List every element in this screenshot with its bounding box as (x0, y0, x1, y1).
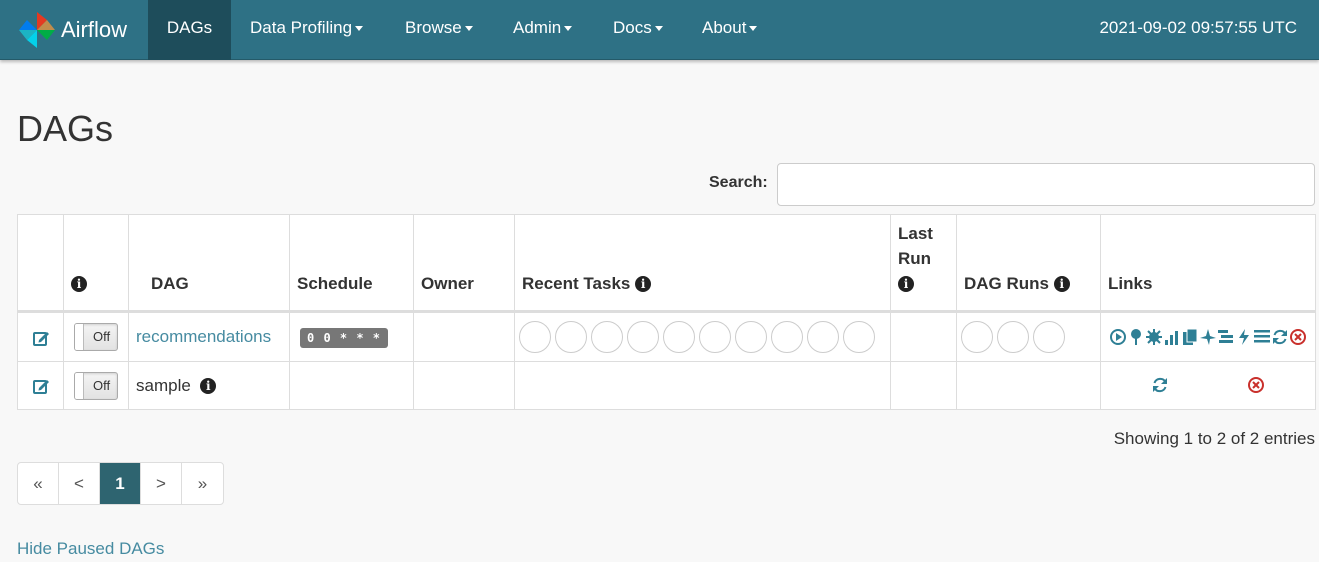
tree-view-icon[interactable] (1127, 328, 1145, 346)
nav-dags[interactable]: DAGs (148, 0, 231, 60)
dag-name-cell: recommendations (128, 311, 290, 362)
task-status-circle[interactable] (591, 321, 623, 353)
task-tries-icon[interactable] (1181, 328, 1199, 346)
caret-down-icon (564, 26, 573, 32)
dag-name: sample (136, 375, 191, 395)
server-clock: 2021-09-02 09:57:55 UTC (1099, 18, 1297, 37)
recent-tasks-cell (514, 311, 891, 362)
header-last-run: Last Run i (890, 214, 957, 313)
hide-paused-dags-link[interactable]: Hide Paused DAGs (17, 539, 164, 559)
refresh-icon[interactable] (1271, 328, 1289, 346)
page-1-button[interactable]: 1 (100, 463, 141, 504)
landing-times-icon[interactable] (1199, 328, 1217, 346)
task-status-circle[interactable] (1033, 321, 1065, 353)
schedule-badge[interactable]: 0 0 * * * (300, 327, 389, 348)
header-schedule[interactable]: Schedule (289, 214, 414, 313)
graph-view-icon[interactable] (1145, 328, 1163, 346)
pause-toggle[interactable]: Off (74, 323, 118, 351)
edit-icon[interactable] (32, 377, 50, 395)
nav-admin[interactable]: Admin (513, 0, 573, 60)
delete-dag-icon[interactable] (1289, 328, 1307, 346)
task-status-circle[interactable] (663, 321, 695, 353)
caret-down-icon (654, 26, 663, 32)
nav-data-profiling[interactable]: Data Profiling (250, 0, 364, 60)
dag-link[interactable]: recommendations (136, 327, 271, 346)
page-last-button[interactable]: » (182, 463, 223, 504)
table-row: Off recommendations 0 0 * * * (17, 311, 1316, 362)
top-navbar: Airflow DAGs Data Profiling Browse Admin… (0, 0, 1319, 60)
edit-dag-cell (17, 361, 64, 410)
task-status-circle[interactable] (627, 321, 659, 353)
header-toggle: i (63, 214, 129, 313)
task-status-circle[interactable] (997, 321, 1029, 353)
task-status-circle[interactable] (961, 321, 993, 353)
page-title: DAGs (17, 108, 114, 149)
page-next-button[interactable]: > (141, 463, 182, 504)
nav-docs[interactable]: Docs (613, 0, 663, 60)
task-status-circle[interactable] (807, 321, 839, 353)
info-icon[interactable]: i (635, 276, 652, 292)
owner-cell (413, 311, 515, 362)
task-status-circle[interactable] (735, 321, 767, 353)
dag-runs-cell (956, 361, 1101, 410)
pause-toggle-cell: Off (63, 361, 129, 410)
info-icon[interactable]: i (200, 377, 217, 394)
links-cell (1100, 311, 1316, 362)
header-dag[interactable]: DAG (128, 214, 290, 313)
last-run-cell (890, 361, 957, 410)
dags-table: i DAG Schedule Owner Recent Tasks i Last… (17, 214, 1316, 410)
header-dag-runs: DAG Runs i (956, 214, 1101, 313)
task-status-circle[interactable] (771, 321, 803, 353)
task-status-circle[interactable] (519, 321, 551, 353)
caret-down-icon (464, 26, 473, 32)
page-first-button[interactable]: « (18, 463, 59, 504)
header-owner[interactable]: Owner (413, 214, 515, 313)
table-row: Off sample i (17, 361, 1316, 410)
nav-browse[interactable]: Browse (405, 0, 473, 60)
dag-name-cell: sample i (128, 361, 290, 410)
task-status-circle[interactable] (699, 321, 731, 353)
brand-link[interactable]: Airflow (17, 8, 127, 52)
dag-runs-cell (956, 311, 1101, 362)
header-edit (17, 214, 64, 313)
delete-dag-icon[interactable] (1247, 376, 1265, 394)
airflow-logo-icon (19, 12, 55, 48)
links-cell (1100, 361, 1316, 410)
header-recent-tasks: Recent Tasks i (514, 214, 891, 313)
search-label: Search: (709, 174, 768, 191)
edit-icon[interactable] (32, 329, 50, 347)
info-icon[interactable]: i (898, 276, 914, 292)
schedule-cell: 0 0 * * * (289, 311, 414, 362)
nav-about[interactable]: About (702, 0, 758, 60)
pause-toggle[interactable]: Off (74, 371, 118, 400)
table-header-row: i DAG Schedule Owner Recent Tasks i Last… (17, 214, 1316, 313)
task-status-circle[interactable] (555, 321, 587, 353)
caret-down-icon (749, 26, 758, 32)
refresh-icon[interactable] (1151, 376, 1169, 394)
entries-info: Showing 1 to 2 of 2 entries (1113, 429, 1315, 448)
info-icon[interactable]: i (1053, 276, 1070, 292)
code-view-icon[interactable] (1235, 328, 1253, 346)
recent-tasks-cell (514, 361, 891, 410)
search-input[interactable] (777, 163, 1315, 206)
logs-icon[interactable] (1253, 328, 1271, 346)
schedule-cell (289, 361, 414, 410)
duration-chart-icon[interactable] (1163, 328, 1181, 346)
pagination: « < 1 > » (17, 462, 224, 505)
owner-cell (413, 361, 515, 410)
task-status-circle[interactable] (843, 321, 875, 353)
header-links: Links (1100, 214, 1316, 313)
edit-dag-cell (17, 311, 64, 362)
caret-down-icon (355, 26, 364, 32)
brand-label: Airflow (61, 17, 128, 42)
last-run-cell (890, 311, 957, 362)
gantt-icon[interactable] (1217, 328, 1235, 346)
trigger-dag-icon[interactable] (1109, 328, 1127, 346)
page-prev-button[interactable]: < (59, 463, 100, 504)
pause-toggle-cell: Off (63, 311, 129, 362)
info-icon[interactable]: i (71, 276, 87, 292)
